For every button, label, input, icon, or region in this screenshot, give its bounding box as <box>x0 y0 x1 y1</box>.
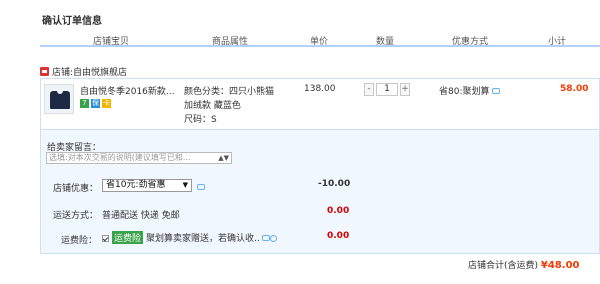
message-placeholder: 选填:对本次交易的说明(建议填写已和... <box>49 153 191 162</box>
increase-quantity-button[interactable]: + <box>400 83 410 96</box>
quantity-input[interactable]: 1 <box>376 83 398 96</box>
col-header-attributes: 商品属性 <box>212 37 249 47</box>
shop-discount-selected: 省10元:劲省惠 <box>106 180 166 190</box>
col-header-promotion: 优惠方式 <box>452 37 489 47</box>
insurance-info-icon[interactable] <box>261 235 270 241</box>
decrease-quantity-button[interactable]: - <box>364 83 374 96</box>
quantity-stepper: - 1 + <box>364 83 412 96</box>
shop-icon <box>40 67 49 76</box>
item-subtotal: 58.00 <box>560 84 589 94</box>
shop-discount-select[interactable]: 省10元:劲省惠 ▼ <box>102 179 192 192</box>
col-header-store-item: 店铺宝贝 <box>93 37 130 47</box>
spin-icon: ▲▼ <box>218 154 229 162</box>
store-total-label: 店铺合计(含运费) <box>468 261 539 271</box>
shop-discount-label: 店铺优惠： <box>53 184 99 194</box>
shop-discount-amount: -10.00 <box>318 179 351 189</box>
col-header-price: 单价 <box>310 37 329 47</box>
promotion-text: 省80:聚划算 <box>439 87 490 97</box>
guarantee-icon[interactable]: 保 <box>91 99 100 108</box>
attr-size: 尺码：S <box>184 115 217 125</box>
chevron-down-icon: ▼ <box>182 181 188 189</box>
store-line: 店铺:自由悦旗舰店 <box>40 65 127 78</box>
insurance-badge: 运费险 <box>112 231 144 244</box>
promotion-info: 省80:聚划算 <box>439 84 500 97</box>
store-total: 店铺合计(含运费) ¥48.00 <box>468 258 580 271</box>
attr-style: 加绒款 藏蓝色 <box>184 101 241 111</box>
attr-color: 颜色分类：四只小熊猫 <box>184 87 275 97</box>
product-name-link[interactable]: 自由悦冬季2016新款... <box>80 84 175 97</box>
seven-day-return-icon[interactable]: 7 <box>80 99 89 108</box>
col-header-subtotal: 小计 <box>548 37 567 47</box>
insurance-label: 运费险： <box>61 236 98 246</box>
page-title: 确认订单信息 <box>42 16 102 27</box>
sweatshirt-image <box>50 91 70 109</box>
discount-info-icon[interactable] <box>197 184 205 190</box>
service-badges: 7保卡 <box>80 98 113 108</box>
shipping-amount: 0.00 <box>327 206 350 216</box>
help-icon[interactable] <box>269 235 277 242</box>
insurance-checkbox[interactable] <box>102 235 109 242</box>
store-name-link[interactable]: 自由悦旗舰店 <box>73 68 127 78</box>
store-total-amount: ¥48.00 <box>540 260 580 271</box>
table-header: 店铺宝贝 商品属性 单价 数量 优惠方式 小计 <box>40 30 600 47</box>
store-prefix: 店铺: <box>52 68 74 78</box>
insurance-amount: 0.00 <box>327 231 350 241</box>
product-thumbnail[interactable] <box>44 84 74 114</box>
shipping-method: 普通配送 快递 免邮 <box>102 211 180 221</box>
shipping-label: 运送方式： <box>53 211 99 221</box>
credit-card-icon[interactable]: 卡 <box>102 99 111 108</box>
seller-message-input[interactable]: 选填:对本次交易的说明(建议填写已和... ▲▼ <box>46 152 232 164</box>
unit-price: 138.00 <box>304 84 336 94</box>
insurance-text: 聚划算卖家赠送，若确认收.. <box>146 234 260 244</box>
col-header-quantity: 数量 <box>376 37 395 47</box>
promotion-info-icon[interactable] <box>491 88 500 94</box>
insurance-option: 运费险 聚划算卖家赠送，若确认收.. <box>102 231 277 244</box>
